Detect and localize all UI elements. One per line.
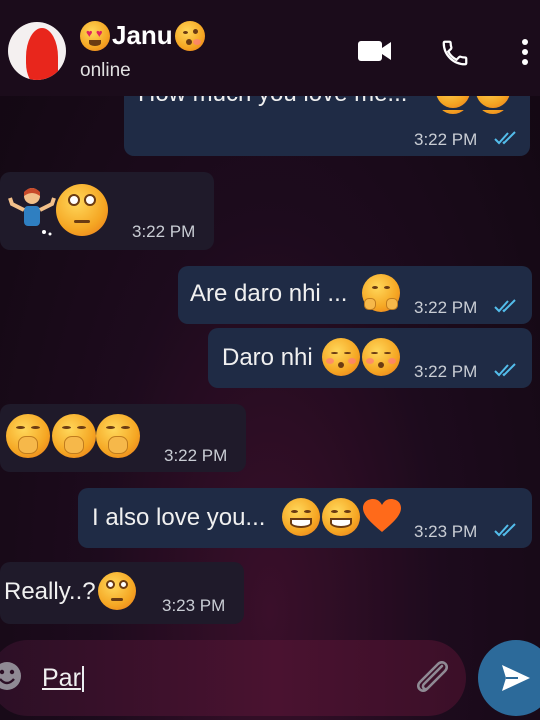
grin-emoji-icon <box>476 96 510 108</box>
message-time: 3:22 PM <box>414 130 478 149</box>
message-bubble-outgoing[interactable]: Are daro nhi ... 3:22 PM <box>178 266 532 324</box>
more-vert-icon[interactable] <box>520 38 530 66</box>
message-bubble-incoming[interactable]: 3:22 PM <box>0 404 246 472</box>
grin-emoji-icon <box>436 96 470 108</box>
send-button[interactable] <box>478 640 540 716</box>
video-camera-icon[interactable] <box>357 38 393 64</box>
eye-roll-emoji-icon <box>56 184 108 236</box>
message-text: Daro nhi <box>222 344 313 371</box>
send-icon <box>502 665 530 691</box>
yawning-emoji-icon <box>96 414 140 458</box>
heart-eyes-emoji-icon: ♥ ♥ <box>80 20 110 51</box>
read-ticks-icon <box>494 131 516 145</box>
message-text: I also love you... <box>92 504 266 531</box>
message-time: 3:22 PM <box>414 298 478 317</box>
message-text: Really..? <box>4 578 96 605</box>
yawning-emoji-icon <box>52 414 96 458</box>
shrug-person-icon <box>8 188 56 236</box>
avatar-silhouette <box>26 28 58 80</box>
kissing-closed-eyes-emoji-icon <box>362 338 400 376</box>
grin-emoji-icon <box>322 498 360 536</box>
read-ticks-icon <box>494 523 516 537</box>
kiss-emoji-icon <box>174 20 205 51</box>
read-ticks-icon <box>494 363 516 377</box>
online-status: online <box>80 60 131 81</box>
paperclip-icon[interactable] <box>412 660 452 694</box>
grin-emoji-icon <box>282 498 320 536</box>
emoji-icon[interactable] <box>0 660 22 692</box>
message-input-value: Par <box>42 664 81 692</box>
message-time: 3:23 PM <box>162 596 226 615</box>
message-text: Are daro nhi ... <box>190 280 348 307</box>
contact-name[interactable]: ♥ ♥ Janu <box>80 20 205 51</box>
message-time: 3:23 PM <box>414 522 478 541</box>
message-bubble-outgoing[interactable]: Daro nhi 3:22 PM <box>208 328 532 388</box>
yawning-emoji-icon <box>6 414 50 458</box>
eye-roll-emoji-icon <box>98 572 136 610</box>
avatar[interactable] <box>8 22 66 80</box>
text-caret <box>81 666 84 693</box>
kissing-closed-eyes-emoji-icon <box>322 338 360 376</box>
header-overlay: ♥ ♥ Janu online <box>0 0 540 96</box>
message-input[interactable]: Par <box>42 664 84 693</box>
message-bubble-incoming[interactable]: Really..? 3:23 PM <box>0 562 244 624</box>
message-time: 3:22 PM <box>414 362 478 381</box>
message-time: 3:22 PM <box>132 222 196 241</box>
message-text: How much you love me... <box>138 96 407 108</box>
read-ticks-icon <box>494 299 516 313</box>
contact-name-label: Janu <box>112 20 173 50</box>
orange-heart-icon <box>363 499 401 532</box>
message-text-fragment: How much you love me... <box>124 96 530 110</box>
message-bubble-incoming[interactable]: 3:22 PM <box>0 172 214 250</box>
phone-icon[interactable] <box>440 38 470 68</box>
message-bubble-outgoing[interactable]: I also love you... 3:23 PM <box>78 488 532 548</box>
message-time: 3:22 PM <box>164 446 228 465</box>
hugging-emoji-icon <box>362 274 400 312</box>
